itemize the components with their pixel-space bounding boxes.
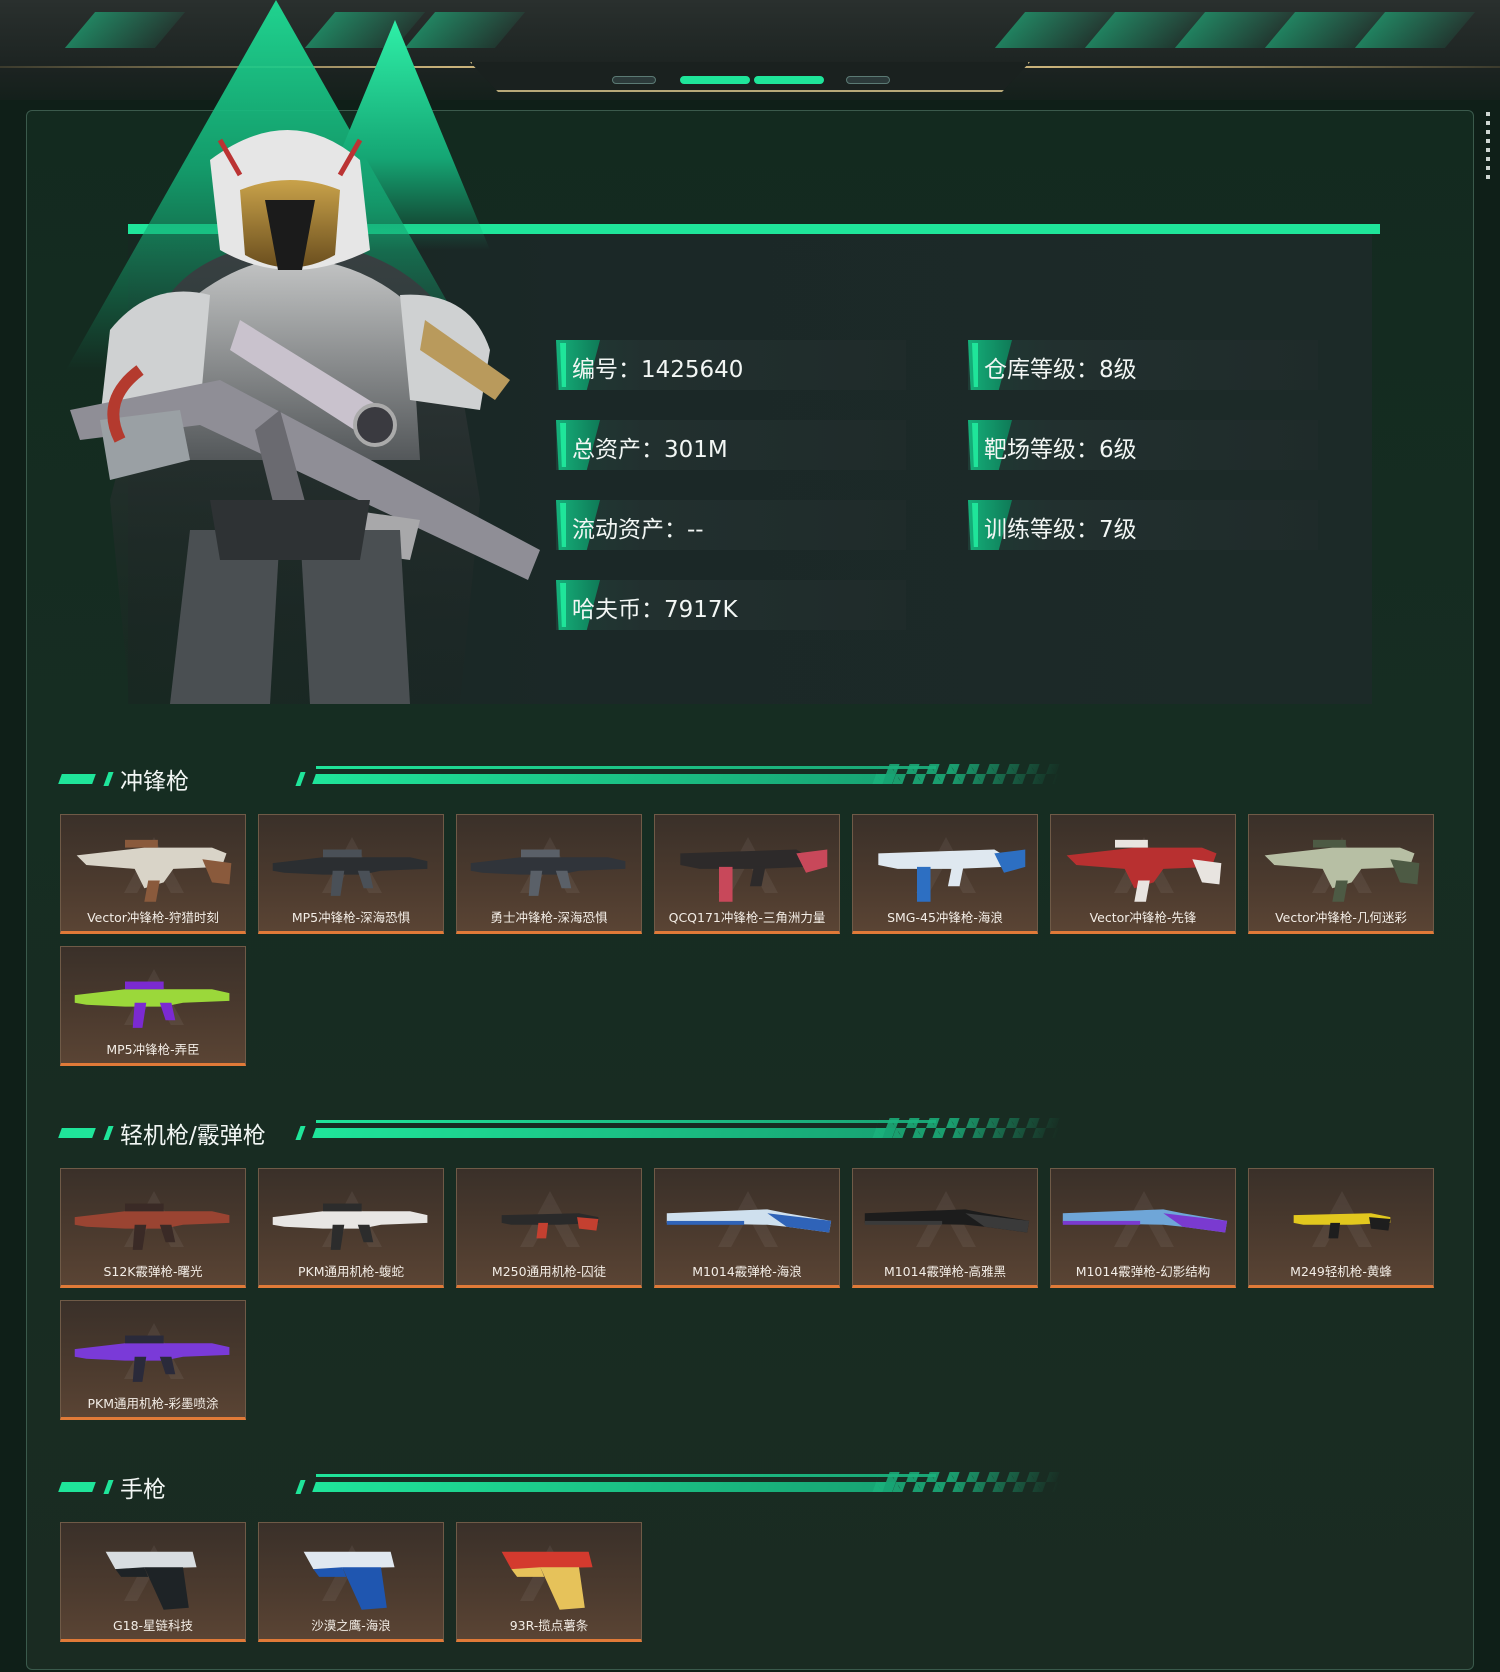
weapon-icon [666,1209,832,1233]
weapon-card[interactable]: PKM通用机枪-蝮蛇 [258,1168,444,1288]
weapon-name: MP5冲锋枪-深海恐惧 [291,910,411,925]
header-indicator-active [754,76,824,84]
weapon-grid-lmg-shotgun: S12K霰弹枪-曙光 PKM通用机枪-蝮蛇 M250通用机枪-囚徒 M1014霰… [60,1168,1440,1420]
stat-warehouse-level: 仓库等级：8级 [968,340,1318,390]
weapon-name: M1014霰弹枪-高雅黑 [883,1264,1007,1279]
stat-warehouse-level-text: 仓库等级：8级 [984,357,1137,383]
weapon-card[interactable]: Vector冲锋枪-先锋 [1050,814,1236,934]
weapon-icon [303,1551,395,1610]
section-header-lmg-shotgun: 轻机枪/霰弹枪 [58,1116,1064,1150]
weapon-name: PKM通用机枪-彩墨喷涂 [87,1396,219,1411]
weapon-card[interactable]: 沙漠之鹰-海浪 [258,1522,444,1642]
stat-range-level: 靶场等级：6级 [968,420,1318,470]
header-indicator [612,76,656,84]
section-header-pistol: 手枪 [58,1470,1064,1504]
stat-haf-coin-text: 哈夫币：7917K [572,597,738,623]
operator-portrait [70,130,540,704]
weapon-icon [501,1213,599,1239]
weapon-icon [74,981,230,1028]
weapon-icon [74,1335,230,1382]
weapon-card[interactable]: Vector冲锋枪-狩猎时刻 [60,814,246,934]
weapon-card[interactable]: M1014霰弹枪-幻影结构 [1050,1168,1236,1288]
weapon-icon [470,849,626,896]
weapon-card[interactable]: G18-星链科技 [60,1522,246,1642]
weapon-name: M1014霰弹枪-幻影结构 [1075,1264,1211,1279]
weapon-name: MP5冲锋枪-弄臣 [106,1042,200,1057]
weapon-name: QCQ171冲锋枪-三角洲力量 [668,910,826,925]
weapon-icon [1264,839,1420,902]
section-title: 轻机枪/霰弹枪 [120,1123,266,1149]
weapon-name: Vector冲锋枪-先锋 [1089,910,1197,925]
weapon-card[interactable]: M1014霰弹枪-高雅黑 [852,1168,1038,1288]
section-title: 手枪 [120,1477,166,1503]
weapon-card[interactable]: M250通用机枪-囚徒 [456,1168,642,1288]
weapon-name: S12K霰弹枪-曙光 [103,1264,203,1279]
weapon-name: 勇士冲锋枪-深海恐惧 [490,910,608,925]
weapon-card[interactable]: 93R-揽点薯条 [456,1522,642,1642]
weapon-icon [76,839,232,902]
weapon-card[interactable]: M1014霰弹枪-海浪 [654,1168,840,1288]
stat-training-level-text: 训练等级：7级 [984,517,1137,543]
section-title: 冲锋枪 [120,769,189,795]
weapon-icon [864,1209,1030,1233]
weapon-name: Vector冲锋枪-狩猎时刻 [87,910,219,925]
weapon-card[interactable]: SMG-45冲锋枪-海浪 [852,814,1038,934]
header-indicator-active [680,76,750,84]
weapon-icon [680,849,828,902]
stat-training-level: 训练等级：7级 [968,500,1318,550]
weapon-grid-pistol: G18-星链科技 沙漠之鹰-海浪 93R-揽点薯条 [60,1522,1440,1642]
weapon-card[interactable]: MP5冲锋枪-深海恐惧 [258,814,444,934]
weapon-card[interactable]: M249轻机枪-黄蜂 [1248,1168,1434,1288]
side-dots-decoration [1486,112,1490,182]
header-indicator [846,76,890,84]
weapon-icon [272,849,428,896]
weapon-name: Vector冲锋枪-几何迷彩 [1275,910,1407,925]
weapon-icon [1062,1209,1228,1233]
stat-liquid-assets: 流动资产：-- [556,500,906,550]
weapon-name: 沙漠之鹰-海浪 [311,1618,391,1633]
weapon-icon [74,1203,230,1250]
weapon-name: G18-星链科技 [112,1618,194,1633]
stat-haf-coin: 哈夫币：7917K [556,580,906,630]
weapon-card[interactable]: S12K霰弹枪-曙光 [60,1168,246,1288]
weapon-icon [1293,1213,1391,1239]
weapon-icon [272,1203,428,1250]
weapon-name: 93R-揽点薯条 [509,1618,589,1633]
weapon-icon [501,1551,593,1610]
weapon-card[interactable]: PKM通用机枪-彩墨喷涂 [60,1300,246,1420]
section-header-smg: 冲锋枪 [58,762,1064,796]
weapon-name: PKM通用机枪-蝮蛇 [297,1264,405,1279]
weapon-name: SMG-45冲锋枪-海浪 [887,910,1003,925]
header-stripe [304,12,426,48]
stat-liquid-assets-text: 流动资产：-- [572,517,704,543]
weapon-icon [878,849,1026,902]
stat-range-level-text: 靶场等级：6级 [984,437,1137,463]
weapon-card[interactable]: MP5冲锋枪-弄臣 [60,946,246,1066]
weapon-name: M1014霰弹枪-海浪 [692,1264,802,1279]
weapon-name: M250通用机枪-囚徒 [491,1264,607,1279]
stat-id-text: 编号：1425640 [572,357,744,383]
stat-total-assets: 总资产：301M [556,420,906,470]
weapon-card[interactable]: Vector冲锋枪-几何迷彩 [1248,814,1434,934]
weapon-name: M249轻机枪-黄蜂 [1290,1264,1392,1279]
header-stripe [404,12,526,48]
weapon-icon [1066,839,1222,902]
weapon-card[interactable]: 勇士冲锋枪-深海恐惧 [456,814,642,934]
header-stripe [64,12,186,48]
stat-id: 编号：1425640 [556,340,906,390]
weapon-card[interactable]: QCQ171冲锋枪-三角洲力量 [654,814,840,934]
weapon-grid-smg: Vector冲锋枪-狩猎时刻 MP5冲锋枪-深海恐惧 勇士冲锋枪-深海恐惧 QC… [60,814,1440,1066]
weapon-icon [105,1551,197,1610]
stat-total-assets-text: 总资产：301M [572,437,728,463]
